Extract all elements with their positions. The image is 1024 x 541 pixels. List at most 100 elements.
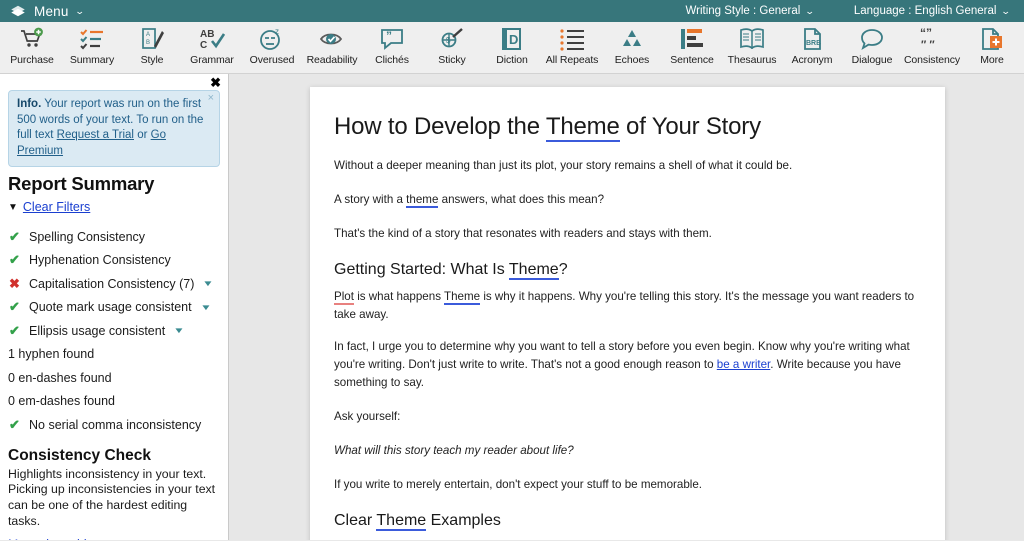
sleepy-face-icon: z	[259, 25, 285, 53]
toolbar-button-label: Style	[140, 54, 164, 66]
toolbar-button-label: Consistency	[903, 54, 961, 66]
info-between: or	[134, 129, 151, 142]
info-banner: × Info. Your report was run on the first…	[8, 90, 220, 168]
toolbar-button-diction[interactable]: D Diction	[482, 25, 542, 66]
clear-filters-link[interactable]: Clear Filters	[23, 200, 90, 214]
toolbar-button-echoes[interactable]: Echoes	[602, 25, 662, 66]
toolbar-button-label: Echoes	[614, 54, 650, 66]
request-trial-link[interactable]: Request a Trial	[57, 129, 134, 141]
toolbar-button-label: Summary	[69, 54, 115, 66]
toolbar-button-all-repeats[interactable]: All Repeats	[542, 25, 602, 66]
svg-text:C: C	[200, 40, 207, 51]
report-item: ✔ No serial comma inconsistency	[8, 413, 220, 437]
main-toolbar: Purchase Summary A B Style AB C Grammar z Overuse…	[0, 22, 1024, 74]
report-item: 1 hyphen found	[8, 343, 220, 367]
toolbar-button-sentence[interactable]: Sentence	[662, 25, 722, 66]
toolbar-button-readability[interactable]: Readability	[302, 25, 362, 66]
report-item-label: No serial comma inconsistency	[29, 417, 202, 432]
check-icon: ✔	[9, 252, 20, 268]
report-item-label: 0 em-dashes found	[8, 394, 116, 409]
svg-text:AB: AB	[200, 29, 214, 40]
writing-style-label: Writing Style : General	[685, 5, 801, 17]
check-icon: ✔	[9, 299, 20, 315]
report-item[interactable]: ✔ Ellipsis usage consistent ▼	[8, 319, 220, 343]
toolbar-button-label: Acronym	[791, 54, 833, 66]
toolbar-button-acronym[interactable]: BRB Acronym	[782, 25, 842, 66]
p2-part-b: answers, what does this mean?	[438, 192, 605, 206]
chevron-down-icon[interactable]: ▼	[200, 303, 212, 312]
bullet-list-icon	[559, 25, 585, 53]
report-item-label: Ellipsis usage consistent	[29, 323, 166, 338]
toolbar-button-label: Thesaurus	[727, 54, 777, 66]
report-item-label: Quote mark usage consistent	[29, 300, 192, 315]
dictionary-book-icon: D	[499, 25, 525, 53]
paragraph-6: Ask yourself:	[334, 409, 401, 423]
highlighted-word[interactable]: Theme	[508, 260, 559, 280]
chevron-down-icon: ⌄	[1001, 5, 1012, 16]
toolbar-button-overused[interactable]: z Overused	[242, 25, 302, 66]
document-heading-1: How to Develop the Theme of Your Story	[334, 113, 917, 142]
report-item: 0 em-dashes found	[8, 390, 220, 414]
chevron-down-icon[interactable]: ▼	[202, 279, 214, 288]
bar-lengths-icon	[679, 25, 705, 53]
toolbar-button-label: Readability	[306, 54, 358, 66]
toolbar-button-style[interactable]: A B Style	[122, 25, 182, 66]
paragraph-7-question: What will this story teach my reader abo…	[334, 443, 574, 457]
highlighted-word[interactable]: theme	[406, 192, 439, 208]
report-item-label: Capitalisation Consistency (7)	[29, 276, 195, 291]
recycle-icon	[619, 25, 645, 53]
svg-text:”: ”	[386, 29, 392, 43]
funnel-icon: ▼	[8, 201, 18, 213]
close-icon[interactable]: ×	[208, 93, 214, 104]
paragraph-5: In fact, I urge you to determine why you…	[334, 338, 917, 392]
toolbar-button-grammar[interactable]: AB C Grammar	[182, 25, 242, 66]
document-page[interactable]: How to Develop the Theme of Your Story W…	[310, 87, 945, 540]
h2-part-b: ?	[558, 260, 568, 278]
check-icon: ✔	[9, 228, 20, 244]
toolbar-button-clich-s[interactable]: ” Clichés	[362, 25, 422, 66]
top-menu-bar: Menu ⌄ Writing Style : General ⌄ Languag…	[0, 0, 1024, 22]
svg-text:B: B	[146, 40, 150, 46]
report-item-label: Spelling Consistency	[29, 229, 146, 244]
page-plus-icon	[979, 25, 1005, 53]
toolbar-button-thesaurus[interactable]: Thesaurus	[722, 25, 782, 66]
toolbar-button-summary[interactable]: Summary	[62, 25, 122, 66]
info-bold-label: Info.	[17, 98, 42, 110]
check-icon: ✔	[9, 322, 20, 338]
language-selector[interactable]: Language : English General ⌄	[854, 5, 1012, 17]
highlighted-word[interactable]: Theme	[444, 289, 481, 305]
close-icon[interactable]: ✖	[210, 76, 221, 89]
report-item-label: 1 hyphen found	[8, 347, 95, 362]
highlighted-word[interactable]: Theme	[545, 113, 620, 142]
toolbar-button-more[interactable]: More	[962, 25, 1022, 66]
be-a-writer-link[interactable]: be a writer	[717, 358, 771, 371]
report-item[interactable]: ✔ Quote mark usage consistent ▼	[8, 296, 220, 320]
toolbar-button-sticky[interactable]: $ Sticky	[422, 25, 482, 66]
toolbar-button-dialogue[interactable]: Dialogue	[842, 25, 902, 66]
svg-text:A: A	[146, 32, 150, 38]
menu-button[interactable]: Menu ⌄	[0, 4, 84, 19]
quote-bubble-icon: ”	[379, 25, 405, 53]
highlighted-word[interactable]: Theme	[376, 511, 427, 531]
report-item: ✔ Spelling Consistency	[8, 225, 220, 249]
toolbar-button-consistency[interactable]: “” ′′ ′′ Consistency	[902, 25, 962, 66]
more-about-report-link[interactable]: More about this report	[8, 537, 128, 541]
abc-check-icon: AB C	[199, 25, 225, 53]
list-item: Aesop's Fable The Tortoise and the Hare …	[360, 539, 917, 540]
examples-list: Aesop's Fable The Tortoise and the Hare …	[360, 539, 917, 540]
flagged-word[interactable]: Plot	[334, 289, 354, 305]
document-heading-2-examples: Clear Theme Examples	[334, 511, 917, 531]
toolbar-button-label: All Repeats	[545, 54, 599, 66]
toolbar-button-label: Purchase	[10, 54, 54, 66]
chevron-down-icon[interactable]: ▼	[173, 326, 185, 335]
brb-page-icon: BRB	[799, 25, 825, 53]
writing-style-selector[interactable]: Writing Style : General ⌄	[685, 5, 815, 17]
toolbar-button-purchase[interactable]: Purchase	[2, 25, 62, 66]
honey-dipper-icon: $	[439, 25, 465, 53]
report-item-label: 0 en-dashes found	[8, 370, 112, 385]
report-item[interactable]: ✖ Capitalisation Consistency (7) ▼	[8, 272, 220, 296]
report-items-list: ✔ Spelling Consistency ✔ Hyphenation Consis…	[8, 225, 220, 437]
h2-part-a: Getting Started: What Is	[334, 260, 509, 278]
toolbar-button-label: Clichés	[375, 54, 409, 66]
cross-icon: ✖	[9, 275, 20, 291]
